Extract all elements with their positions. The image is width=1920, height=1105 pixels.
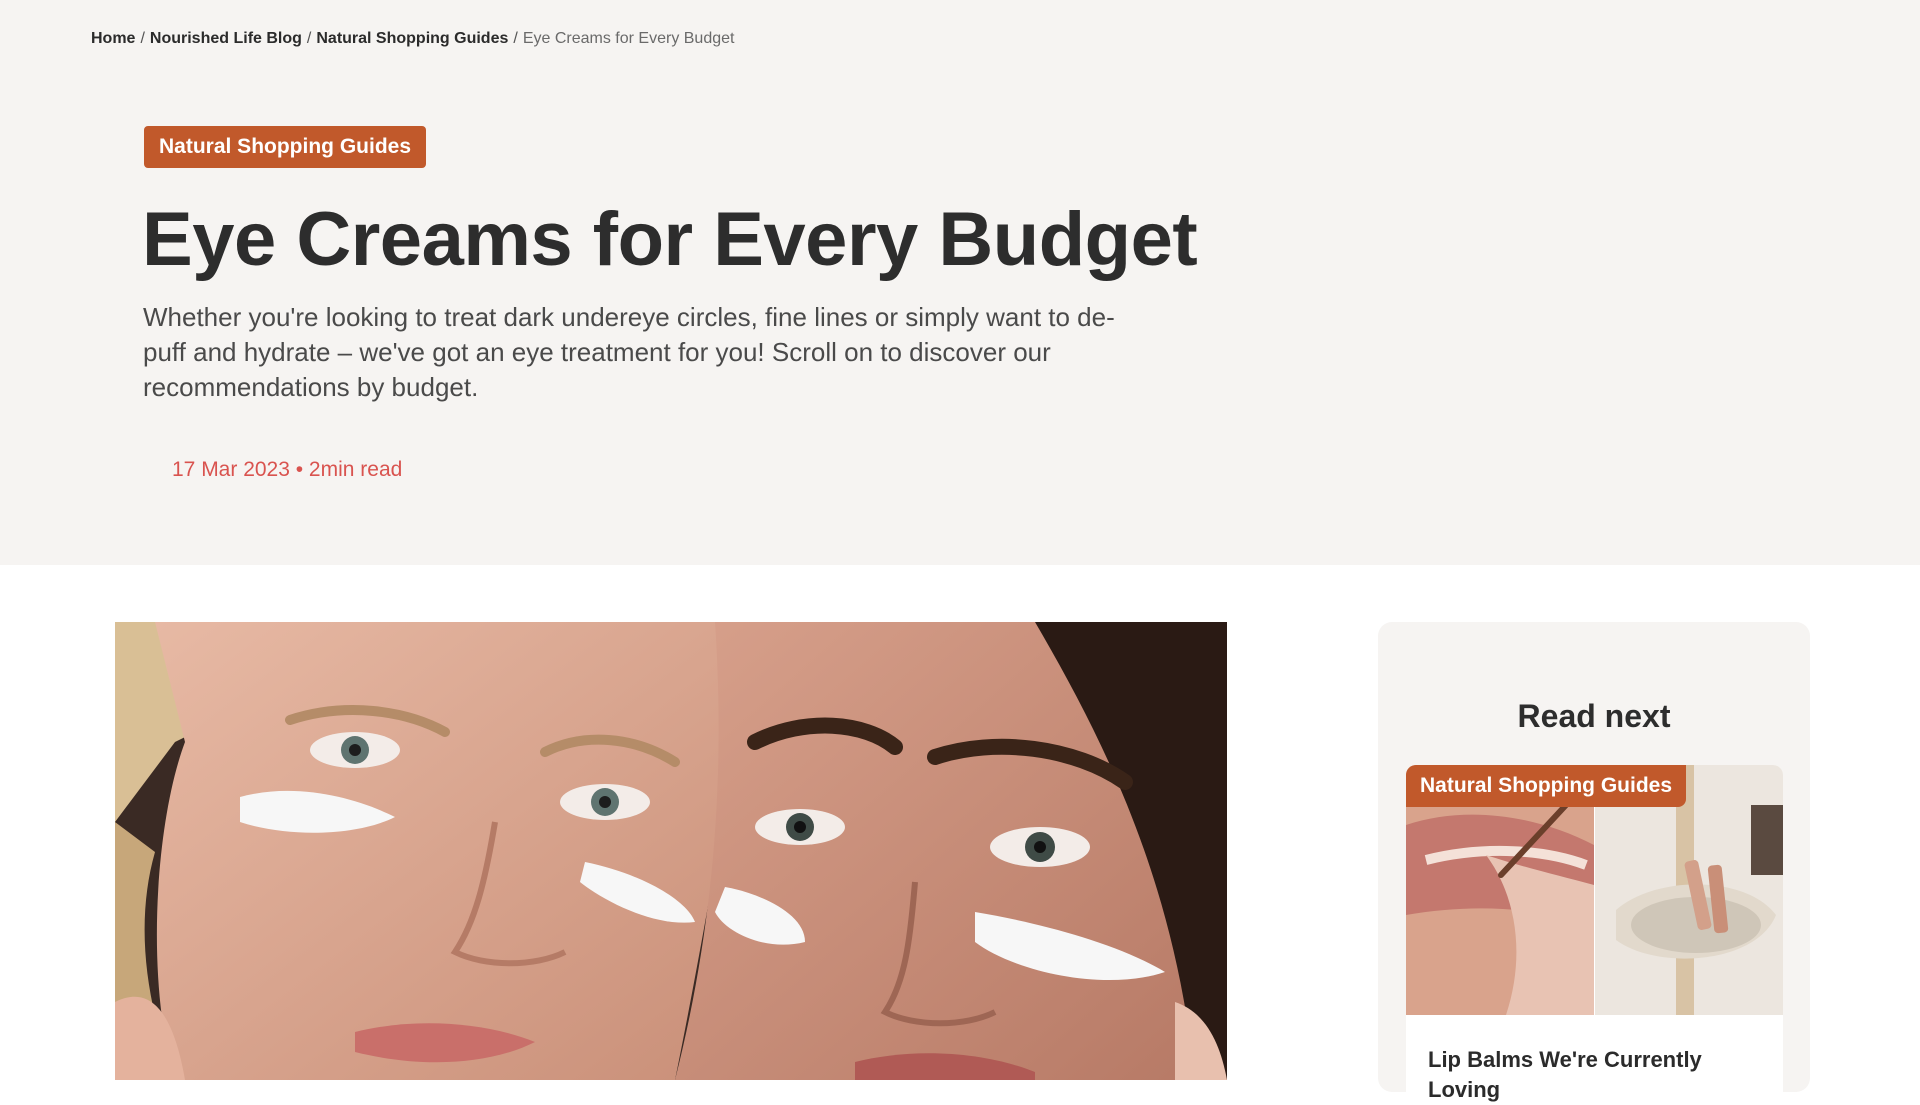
read-next-heading: Read next (1517, 698, 1671, 734)
article-meta: 17 Mar 2023 • 2min read (172, 458, 403, 481)
breadcrumb-current: Eye Creams for Every Budget (522, 30, 735, 47)
read-next-panel: Read next Natural Shopping Guides Lip Ba… (1378, 622, 1810, 1105)
breadcrumb-blog-link[interactable]: Nourished Life Blog (150, 30, 302, 48)
article-intro: Whether you're looking to treat dark und… (143, 302, 1115, 402)
page-title: Eye Creams for Every Budget (142, 197, 1198, 282)
hero-image (115, 622, 1227, 1080)
read-next-card-title[interactable]: Lip Balms We're Currently Loving (1428, 1045, 1768, 1105)
read-next-card-category-badge[interactable]: Natural Shopping Guides (1406, 765, 1687, 807)
breadcrumb-home-link[interactable]: Home (91, 30, 135, 48)
category-badge[interactable]: Natural Shopping Guides (144, 126, 427, 168)
hero-photo-illustration (115, 622, 1227, 1080)
breadcrumb-category-link[interactable]: Natural Shopping Guides (316, 30, 508, 48)
breadcrumb-separator: / (306, 30, 312, 47)
read-next-card[interactable]: Natural Shopping Guides Lip Balms We're … (1406, 765, 1783, 1105)
breadcrumb: Home / Nourished Life Blog / Natural Sho… (91, 30, 734, 48)
breadcrumb-separator: / (140, 30, 145, 47)
breadcrumb-separator: / (513, 30, 518, 47)
article-header: Home / Nourished Life Blog / Natural Sho… (0, 0, 1920, 565)
